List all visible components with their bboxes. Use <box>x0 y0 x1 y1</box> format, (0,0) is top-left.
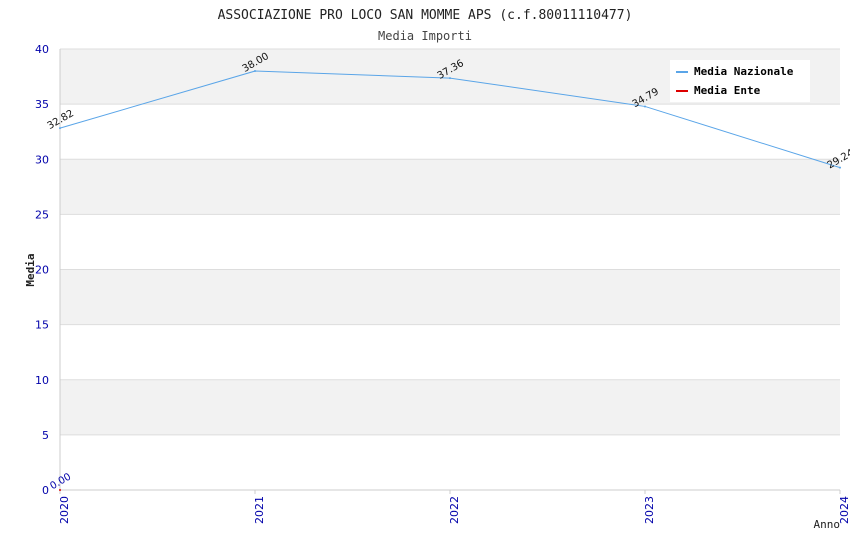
data-point <box>644 105 646 108</box>
y-tick-label: 40 <box>35 43 49 56</box>
data-point <box>839 166 841 169</box>
legend-label-media-ente: Media Ente <box>694 84 761 97</box>
y-axis-label: Media <box>24 253 37 286</box>
legend-label-media-nazionale: Media Nazionale <box>694 65 794 78</box>
x-axis-ticks: 2020 2021 2022 2023 2024 <box>58 490 850 524</box>
data-point <box>59 127 61 130</box>
plot-band <box>60 434 840 490</box>
data-point <box>449 77 451 80</box>
line-chart: ASSOCIAZIONE PRO LOCO SAN MOMME APS (c.f… <box>24 8 850 531</box>
plot-band <box>60 379 840 435</box>
x-tick-label: 2022 <box>448 496 461 524</box>
y-tick-label: 5 <box>42 429 49 442</box>
x-tick-label: 2021 <box>253 496 266 524</box>
y-axis-ticks: 0 5 10 15 20 25 30 35 40 <box>35 43 49 497</box>
chart-subtitle: Media Importi <box>378 29 472 43</box>
plot-band <box>60 324 840 380</box>
plot-band <box>60 269 840 325</box>
x-tick-label: 2023 <box>643 496 656 524</box>
y-tick-label: 0 <box>42 484 49 497</box>
x-axis-label: Anno <box>814 518 841 531</box>
plot-band <box>60 104 840 160</box>
legend: Media Nazionale Media Ente <box>670 60 810 102</box>
plot-band <box>60 214 840 270</box>
y-tick-label: 10 <box>35 374 49 387</box>
data-point <box>254 70 256 73</box>
y-tick-label: 15 <box>35 319 49 332</box>
y-tick-label: 20 <box>35 264 49 277</box>
data-point <box>59 489 61 491</box>
y-tick-label: 25 <box>35 208 49 221</box>
y-tick-label: 35 <box>35 98 49 111</box>
x-tick-label: 2020 <box>58 496 71 524</box>
chart-title: ASSOCIAZIONE PRO LOCO SAN MOMME APS (c.f… <box>218 8 633 23</box>
y-tick-label: 30 <box>35 153 49 166</box>
plot-band <box>60 159 840 215</box>
